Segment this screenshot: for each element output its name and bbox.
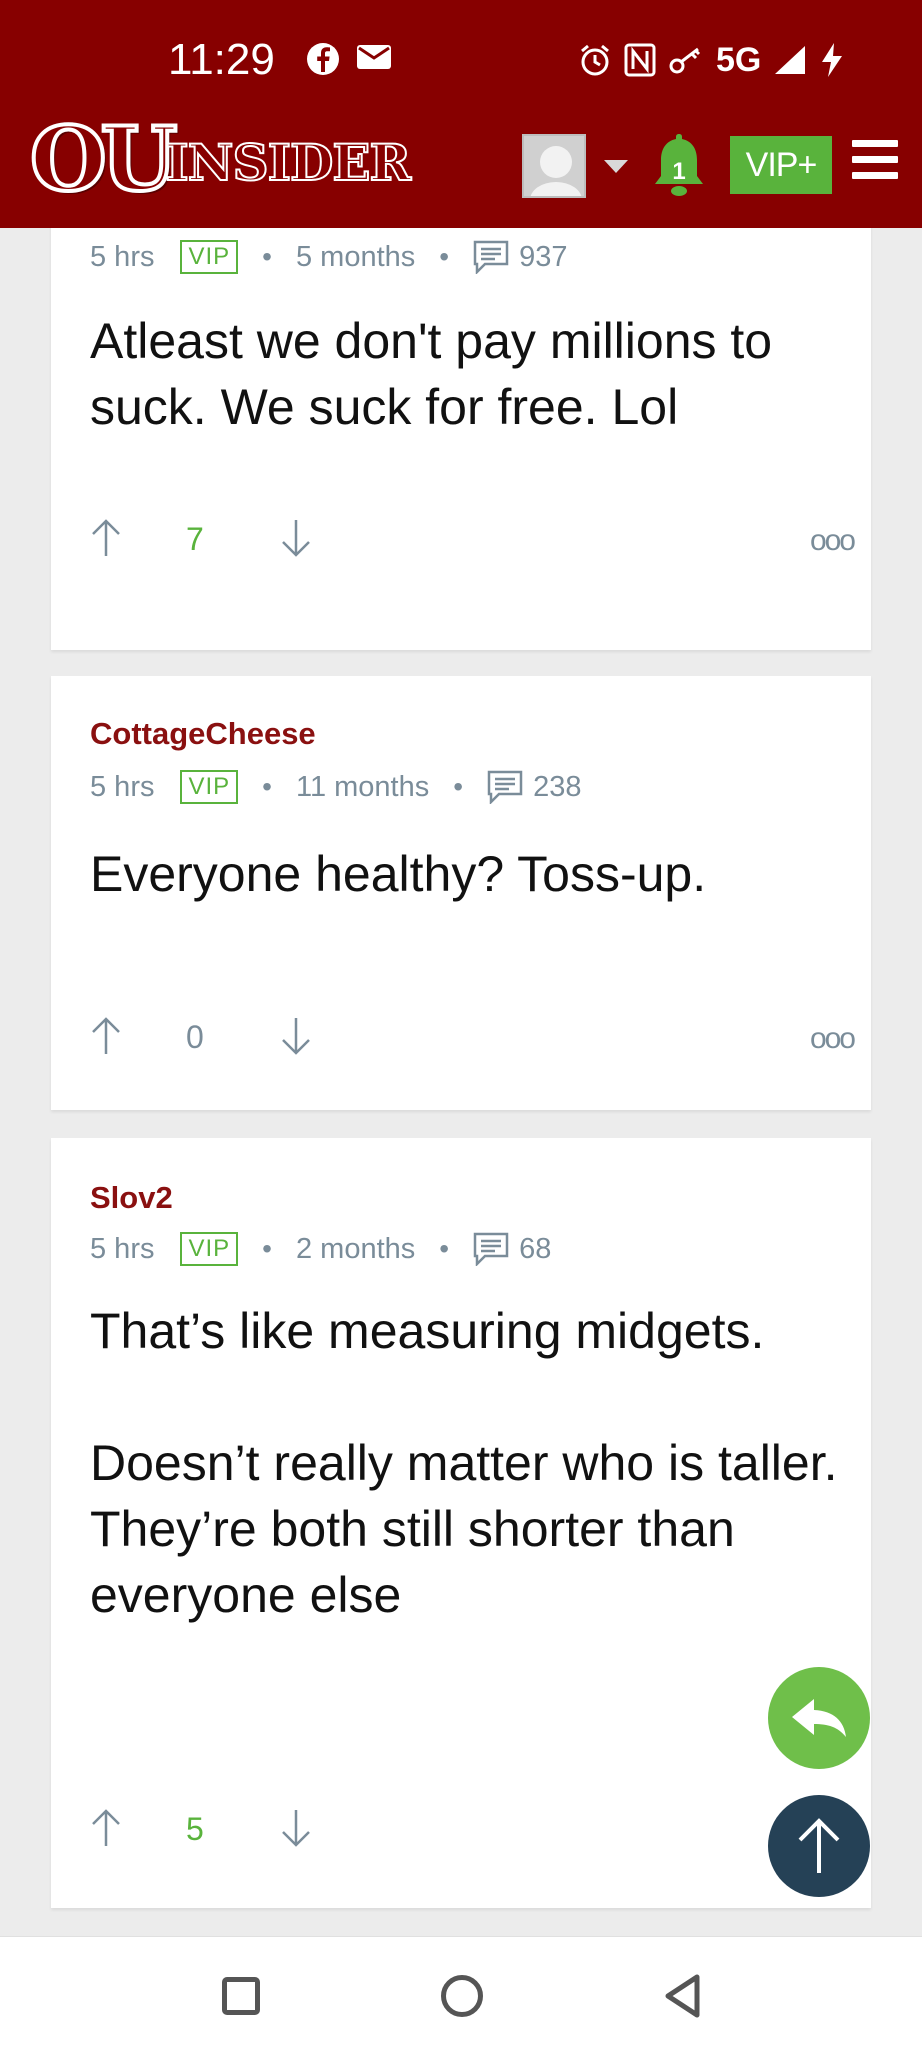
post-count: 68 [519, 1232, 552, 1265]
member-tenure: 2 months [295, 1232, 416, 1265]
posted-time: 5 hrs [90, 1232, 155, 1265]
status-system-icons: 5G [578, 40, 845, 80]
reply-arrow-icon [792, 1699, 846, 1737]
separator-dot: • [262, 771, 272, 802]
message-count-icon [473, 240, 509, 274]
vip-badge: VIP [180, 240, 239, 274]
user-avatar[interactable] [522, 134, 586, 198]
system-nav-bar [0, 1936, 922, 2048]
notifications-button[interactable]: 1 [650, 130, 708, 206]
more-options-icon[interactable]: ooo [810, 524, 856, 558]
reply-fab-button[interactable] [768, 1667, 870, 1769]
message-count-icon [487, 770, 523, 804]
comment-author[interactable]: CottageCheese [90, 716, 316, 752]
vote-controls: 7 ooo [90, 518, 856, 562]
recents-square-icon[interactable] [222, 1977, 260, 2015]
comment-author[interactable]: Slov2 [90, 1180, 173, 1216]
posted-time: 5 hrs [90, 770, 155, 803]
logo-ou-text: OU [28, 107, 179, 211]
mail-icon [357, 45, 391, 69]
member-tenure: 11 months [295, 770, 430, 803]
comment-meta: 5 hrs VIP • 11 months • 238 [90, 768, 581, 806]
network-type: 5G [716, 41, 762, 79]
comment-card: 5 hrs VIP • 5 months • 937 Atleast we do… [51, 168, 871, 650]
ou-insider-logo[interactable]: OU INSIDER [28, 107, 412, 211]
post-count: 238 [533, 770, 582, 803]
downvote-arrow-icon[interactable] [280, 1808, 312, 1848]
chevron-down-icon[interactable] [604, 160, 628, 174]
facebook-icon [307, 43, 339, 75]
separator-dot: • [453, 771, 464, 802]
logo-insider-text: INSIDER [164, 132, 412, 193]
status-notification-icons [306, 42, 392, 76]
vote-controls: 0 ooo [90, 1016, 856, 1060]
separator-dot: • [439, 241, 450, 272]
status-time: 11:29 [168, 35, 275, 84]
vote-controls: 5 [90, 1808, 850, 1852]
nfc-icon [624, 43, 656, 77]
vip-plus-button[interactable]: VIP+ [730, 136, 832, 194]
comment-card: CottageCheese 5 hrs VIP • 11 months • 23… [51, 676, 871, 1110]
downvote-arrow-icon[interactable] [280, 518, 312, 558]
comment-feed: 5 hrs VIP • 5 months • 937 Atleast we do… [25, 168, 897, 1936]
notification-count: 1 [672, 158, 686, 185]
comment-body: That’s like measuring midgets. Doesn’t r… [90, 1303, 838, 1623]
home-circle-icon[interactable] [441, 1975, 483, 2017]
message-count-icon [473, 1232, 509, 1266]
status-bar: 11:29 5G [0, 0, 922, 115]
separator-dot: • [262, 241, 272, 272]
arrow-up-icon [798, 1818, 840, 1873]
vip-badge: VIP [180, 770, 239, 804]
key-icon [669, 47, 701, 74]
upvote-arrow-icon[interactable] [90, 1016, 122, 1056]
scroll-to-top-button[interactable] [768, 1795, 870, 1897]
upvote-arrow-icon[interactable] [90, 518, 122, 558]
alarm-icon [581, 44, 609, 76]
separator-dot: • [262, 1233, 272, 1264]
posted-time: 5 hrs [90, 240, 155, 273]
hamburger-menu-icon[interactable] [852, 140, 898, 184]
back-triangle-icon[interactable] [662, 1973, 702, 2019]
comment-meta: 5 hrs VIP • 2 months • 68 [90, 1230, 551, 1268]
avatar-placeholder-icon [524, 136, 584, 196]
signal-icon [775, 46, 806, 74]
comment-body: Atleast we don't pay millions to suck. W… [90, 313, 787, 435]
top-header: 11:29 5G OU INSIDER 1 VIP+ [0, 0, 922, 228]
vip-badge: VIP [180, 1232, 239, 1266]
vote-count: 0 [186, 1019, 204, 1055]
post-count: 937 [519, 240, 568, 273]
upvote-arrow-icon[interactable] [90, 1808, 122, 1848]
vote-count: 5 [186, 1811, 204, 1847]
separator-dot: • [439, 1233, 450, 1264]
comment-card: Slov2 5 hrs VIP • 2 months • 68 That’s l… [51, 1138, 871, 1908]
vote-count: 7 [186, 521, 204, 557]
app-bar: OU INSIDER 1 VIP+ [0, 112, 922, 228]
more-options-icon[interactable]: ooo [810, 1022, 856, 1056]
downvote-arrow-icon[interactable] [280, 1016, 312, 1056]
member-tenure: 5 months [295, 240, 416, 273]
comment-meta: 5 hrs VIP • 5 months • 937 [90, 238, 567, 276]
comment-body: Everyone healthy? Toss-up. [90, 846, 707, 902]
charging-icon [822, 43, 843, 77]
